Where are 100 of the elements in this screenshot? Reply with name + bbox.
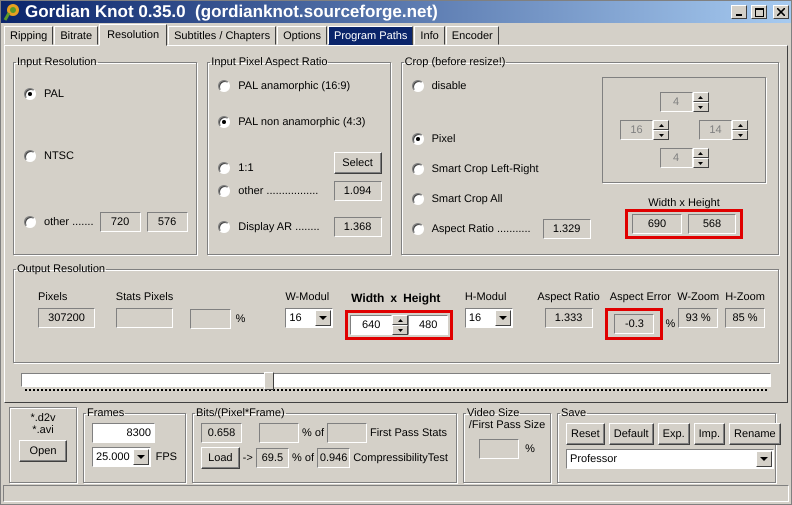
spinner[interactable]	[692, 92, 708, 112]
radio-button[interactable]	[218, 185, 230, 197]
h-modul-dropdown[interactable]: 16	[464, 308, 513, 328]
open-button[interactable]: Open	[19, 440, 67, 462]
save-action-button[interactable]: Imp.	[694, 423, 726, 445]
radio-button[interactable]	[218, 221, 230, 233]
save-action-button[interactable]: Rename	[729, 423, 781, 445]
field-label: First Pass Stats	[370, 427, 448, 439]
down-arrow-icon	[698, 106, 703, 108]
value-field: 307200	[38, 308, 95, 328]
radio-button[interactable]	[218, 116, 230, 128]
radio-button[interactable]	[24, 88, 36, 100]
radio-button[interactable]	[24, 216, 36, 228]
radio-button[interactable]	[412, 80, 424, 92]
file-type-label: *.d2v	[30, 412, 56, 424]
down-arrow-icon	[398, 328, 403, 332]
option-label: Aspect Ratio ...........	[432, 223, 531, 235]
field-label: ->	[242, 452, 253, 464]
spinner[interactable]	[692, 148, 708, 168]
frames-input[interactable]: 8300	[92, 423, 155, 443]
field-label: FPS	[156, 451, 177, 463]
group-title: Input Resolution	[16, 56, 98, 68]
up-arrow-icon	[398, 318, 403, 322]
tab[interactable]: Encoder	[446, 26, 499, 45]
value-field: 85 %	[725, 308, 766, 328]
load-button[interactable]: Load	[201, 447, 240, 469]
value-field: 1.329	[542, 219, 591, 239]
option-label: Smart Crop Left-Right	[432, 163, 539, 175]
knot-logo-icon	[3, 3, 21, 21]
field-label: Stats Pixels	[116, 291, 174, 303]
tab[interactable]: Resolution	[99, 24, 168, 46]
profile-dropdown[interactable]: Professor	[566, 449, 774, 469]
spinner[interactable]	[392, 315, 408, 335]
up-arrow-icon	[698, 152, 703, 154]
save-action-button[interactable]: Exp.	[658, 423, 690, 445]
window-title: Gordian Knot 0.35.0 (gordianknot.sourceforge.net)	[25, 2, 439, 22]
field-label: %	[525, 443, 535, 455]
save-action-button[interactable]: Default	[608, 423, 654, 445]
option-label: PAL	[44, 88, 64, 100]
tab[interactable]: Bitrate	[54, 26, 98, 45]
option-label: Smart Crop All	[432, 193, 502, 205]
fps-dropdown[interactable]: 25.000	[92, 447, 151, 467]
height-input[interactable]: 480	[408, 315, 448, 335]
field-label: CompressibilityTest	[353, 452, 448, 464]
field-label: Width	[351, 291, 384, 305]
radio-button[interactable]	[412, 133, 424, 145]
tab[interactable]: Program Paths	[328, 26, 414, 45]
group-title: Crop (before resize!)	[404, 56, 506, 68]
w-modul-dropdown[interactable]: 16	[285, 308, 334, 328]
close-icon	[777, 8, 785, 16]
field-label: Height	[403, 291, 440, 305]
value-field	[116, 308, 173, 328]
width-input[interactable]: 640	[350, 315, 392, 335]
tab[interactable]: Subtitles / Chapters	[168, 26, 276, 45]
slider-thumb[interactable]	[264, 372, 274, 390]
option-label: NTSC	[44, 150, 74, 162]
value-field: 0.658	[201, 423, 242, 443]
radio-button[interactable]	[218, 162, 230, 174]
value-field: 4	[660, 92, 692, 112]
value-field	[190, 309, 231, 329]
value-field	[259, 423, 299, 443]
field-label: H-Zoom	[725, 291, 765, 303]
option-label: Display AR ........	[238, 221, 320, 233]
radio-button[interactable]	[412, 163, 424, 175]
dropdown-arrow-icon	[319, 316, 328, 320]
spinner[interactable]	[653, 120, 669, 140]
radio-button[interactable]	[24, 150, 36, 162]
file-type-label: *.avi	[32, 424, 54, 436]
field-label: W-Zoom	[677, 291, 720, 303]
group-subtitle: /First Pass Size	[468, 419, 546, 431]
group-title: Output Resolution	[16, 263, 106, 275]
field-label: Aspect Ratio	[537, 291, 600, 303]
spinner[interactable]	[732, 120, 748, 140]
radio-button[interactable]	[412, 193, 424, 205]
dropdown-arrow-icon	[760, 457, 768, 461]
tab[interactable]: Options	[277, 26, 328, 45]
value-field: -0.3	[614, 314, 654, 334]
save-action-button[interactable]: Reset	[566, 423, 605, 445]
radio-button[interactable]	[218, 80, 230, 92]
option-label: PAL non anamorphic (4:3)	[238, 116, 366, 128]
tab[interactable]: Info	[414, 26, 445, 45]
value-field: 576	[146, 212, 188, 232]
field-label: Aspect Error	[610, 291, 671, 303]
close-button[interactable]	[773, 5, 789, 19]
maximize-button[interactable]	[751, 5, 767, 19]
up-arrow-icon	[698, 96, 703, 98]
group-title: Video Size	[466, 407, 520, 419]
select-button[interactable]: Select	[334, 152, 382, 174]
minimize-button[interactable]	[731, 5, 747, 19]
value-field: 69.5	[256, 448, 289, 468]
value-field	[479, 439, 520, 459]
radio-button[interactable]	[412, 223, 424, 235]
value-field: 4	[660, 148, 692, 168]
option-label: other .................	[238, 185, 318, 197]
value-field: 16	[620, 120, 653, 140]
group-title: Save	[560, 407, 588, 419]
tab[interactable]: Ripping	[4, 26, 54, 45]
dropdown-arrow-icon	[136, 455, 145, 459]
option-label: other .......	[44, 216, 94, 228]
field-label: Width x Height	[648, 197, 720, 209]
